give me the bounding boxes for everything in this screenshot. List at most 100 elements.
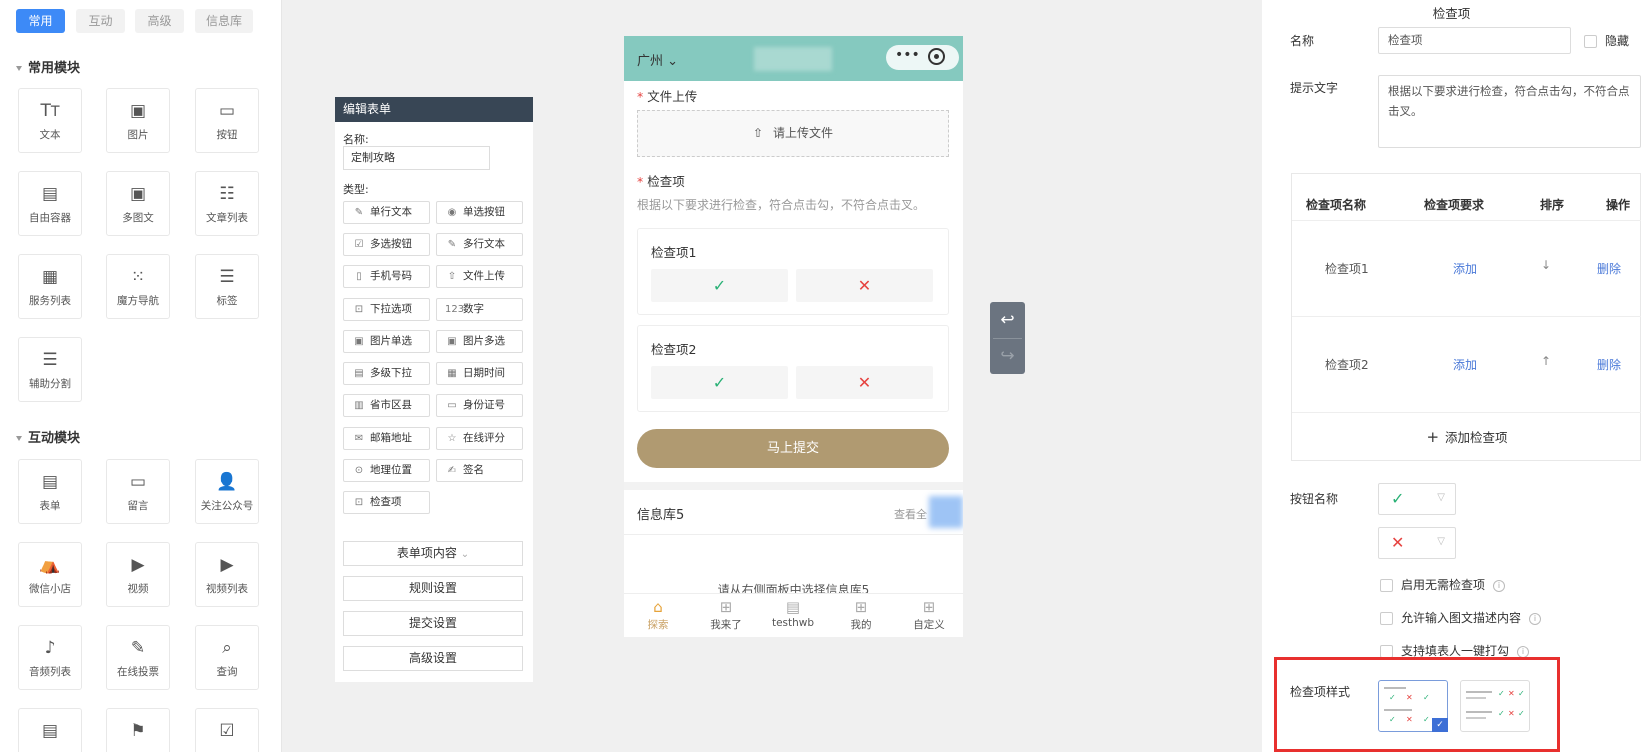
module-video-list[interactable]: ▶ 视频列表 <box>195 542 259 607</box>
type-rating[interactable]: ☆ 在线评分 <box>436 427 523 450</box>
redo-icon[interactable]: ↪ <box>990 338 1025 374</box>
file-upload-box[interactable]: ⇧ 请上传文件 <box>637 110 949 157</box>
delete-link[interactable]: 删除 <box>1597 356 1621 373</box>
style-option-stacked[interactable]: ✓ ✕ ✓ ✓ ✕ ✓ ✓ <box>1378 680 1448 732</box>
submit-button[interactable]: 马上提交 <box>637 429 949 468</box>
yes-button-style-select[interactable]: ✓ ▽ <box>1378 483 1456 515</box>
nav-testhwb[interactable]: ▤ testhwb <box>759 597 827 629</box>
section-interactive-title[interactable]: 互动模块 <box>16 427 80 446</box>
add-check-item-button[interactable]: + 添加检查项 <box>1292 414 1641 461</box>
type-datetime[interactable]: ▦ 日期时间 <box>436 362 523 385</box>
nav-custom[interactable]: ⊞ 自定义 <box>895 597 963 632</box>
hint-textarea[interactable]: 根据以下要求进行检查，符合点击勾，不符合点击叉。 <box>1378 75 1641 148</box>
tab-info-library[interactable]: 信息库 <box>195 9 253 33</box>
module-divider[interactable]: ☰ 辅助分割 <box>18 337 82 402</box>
module-container[interactable]: ▤ 自由容器 <box>18 171 82 236</box>
hide-toggle[interactable]: 隐藏 <box>1584 32 1629 49</box>
check-name-input[interactable]: 检查项 <box>1378 27 1571 54</box>
module-audio-list[interactable]: ♪ 音频列表 <box>18 625 82 690</box>
type-phone[interactable]: ▯ 手机号码 <box>343 265 430 288</box>
type-radio[interactable]: ◉ 单选按钮 <box>436 201 523 224</box>
module-video[interactable]: ▶ 视频 <box>106 542 170 607</box>
module-tag[interactable]: ☰ 标签 <box>195 254 259 319</box>
section-common-title[interactable]: 常用模块 <box>16 57 80 76</box>
type-file-upload[interactable]: ⇧ 文件上传 <box>436 265 523 288</box>
view-all-link[interactable]: 查看全 <box>894 506 927 522</box>
delete-link[interactable]: 删除 <box>1597 260 1621 277</box>
undo-icon[interactable]: ↩ <box>990 302 1025 338</box>
cross-icon: ✕ <box>1391 533 1405 552</box>
form-content-button[interactable]: 表单项内容 ⌄ <box>343 541 523 566</box>
no-button-style-select[interactable]: ✕ ▽ <box>1378 527 1456 559</box>
type-image-single[interactable]: ▣ 图片单选 <box>343 330 430 353</box>
module-chat-check[interactable]: ☑ <box>195 708 259 752</box>
info-icon[interactable]: i <box>1493 579 1506 592</box>
allow-desc-option[interactable]: 允许输入图文描述内容 i <box>1380 609 1542 626</box>
module-cube-nav[interactable]: ⁙ 魔方导航 <box>106 254 170 319</box>
star-icon: ☆ <box>447 433 457 444</box>
module-card[interactable]: ▤ <box>18 708 82 752</box>
name-label: 名称: <box>343 133 369 146</box>
add-requirement-link[interactable]: 添加 <box>1453 356 1477 373</box>
module-article-list[interactable]: ☷ 文章列表 <box>195 171 259 236</box>
add-requirement-link[interactable]: 添加 <box>1453 260 1477 277</box>
sort-up-icon[interactable]: ↑ <box>1541 354 1551 368</box>
module-service-list[interactable]: ▦ 服务列表 <box>18 254 82 319</box>
type-email[interactable]: ✉ 邮箱地址 <box>343 427 430 450</box>
check-item-card: 检查项1 ✓ ✕ <box>637 228 949 315</box>
module-form[interactable]: ▤ 表单 <box>18 459 82 524</box>
module-message[interactable]: ▭ 留言 <box>106 459 170 524</box>
nav-mine[interactable]: ⊞ 我的 <box>827 597 895 632</box>
grid-icon: ⊞ <box>854 598 868 616</box>
info-icon[interactable]: i <box>1529 612 1542 625</box>
type-multi-line[interactable]: ✎ 多行文本 <box>436 233 523 256</box>
module-shop[interactable]: ⛺ 微信小店 <box>18 542 82 607</box>
module-multi-image[interactable]: ▣ 多图文 <box>106 171 170 236</box>
sort-down-icon[interactable]: ↓ <box>1541 258 1551 272</box>
style-option-inline[interactable]: ✓ ✕ ✓ ✓ ✕ ✓ <box>1460 680 1530 732</box>
type-region[interactable]: ▥ 省市区县 <box>343 394 430 417</box>
nav-i-am-here[interactable]: ⊞ 我来了 <box>692 597 760 632</box>
tab-common[interactable]: 常用 <box>16 9 65 33</box>
city-selector[interactable]: 广州 ⌄ <box>637 50 678 69</box>
chevron-down-icon: ▽ <box>1437 536 1445 547</box>
type-single-line[interactable]: ✎ 单行文本 <box>343 201 430 224</box>
module-image[interactable]: ▣ 图片 <box>106 88 170 153</box>
type-number[interactable]: 123数字 <box>436 298 523 321</box>
module-follow[interactable]: 👤 关注公众号 <box>195 459 259 524</box>
nav-explore[interactable]: ⌂ 探索 <box>624 597 692 632</box>
check-no-button[interactable]: ✕ <box>796 366 933 399</box>
type-cascade[interactable]: ▤ 多级下拉 <box>343 362 430 385</box>
check-icon: ✓ <box>1498 709 1505 718</box>
table-row: 检查项2 添加 ↑ 删除 <box>1292 318 1641 413</box>
type-dropdown[interactable]: ⊡ 下拉选项 <box>343 298 430 321</box>
check-yes-button[interactable]: ✓ <box>651 269 788 302</box>
type-check-item[interactable]: ⊡ 检查项 <box>343 491 430 514</box>
tab-interactive[interactable]: 互动 <box>76 9 125 33</box>
enable-no-check-option[interactable]: 启用无需检查项 i <box>1380 576 1506 593</box>
type-id-card[interactable]: ▭ 身份证号 <box>436 394 523 417</box>
module-flag[interactable]: ⚑ <box>106 708 170 752</box>
check-no-button[interactable]: ✕ <box>796 269 933 302</box>
type-signature[interactable]: ✍ 签名 <box>436 459 523 482</box>
tab-advanced[interactable]: 高级 <box>135 9 184 33</box>
module-button[interactable]: ▭ 按钮 <box>195 88 259 153</box>
module-query[interactable]: ⌕ 查询 <box>195 625 259 690</box>
form-name-input[interactable]: 定制攻略 <box>343 146 490 170</box>
type-location[interactable]: ⊙ 地理位置 <box>343 459 430 482</box>
info-icon[interactable]: i <box>1517 645 1530 658</box>
rule-settings-button[interactable]: 规则设置 <box>343 576 523 601</box>
hide-checkbox[interactable] <box>1584 35 1597 48</box>
type-image-multi[interactable]: ▣ 图片多选 <box>436 330 523 353</box>
advanced-settings-button[interactable]: 高级设置 <box>343 646 523 671</box>
allow-desc-checkbox[interactable] <box>1380 612 1393 625</box>
module-text[interactable]: TT 文本 <box>18 88 82 153</box>
enable-no-check-checkbox[interactable] <box>1380 579 1393 592</box>
more-icon[interactable]: ••• <box>895 47 920 63</box>
submit-settings-button[interactable]: 提交设置 <box>343 611 523 636</box>
module-vote[interactable]: ✎ 在线投票 <box>106 625 170 690</box>
type-checkbox[interactable]: ☑ 多选按钮 <box>343 233 430 256</box>
check-yes-button[interactable]: ✓ <box>651 366 788 399</box>
close-icon[interactable] <box>928 48 945 65</box>
image-single-icon: ▣ <box>354 336 364 347</box>
